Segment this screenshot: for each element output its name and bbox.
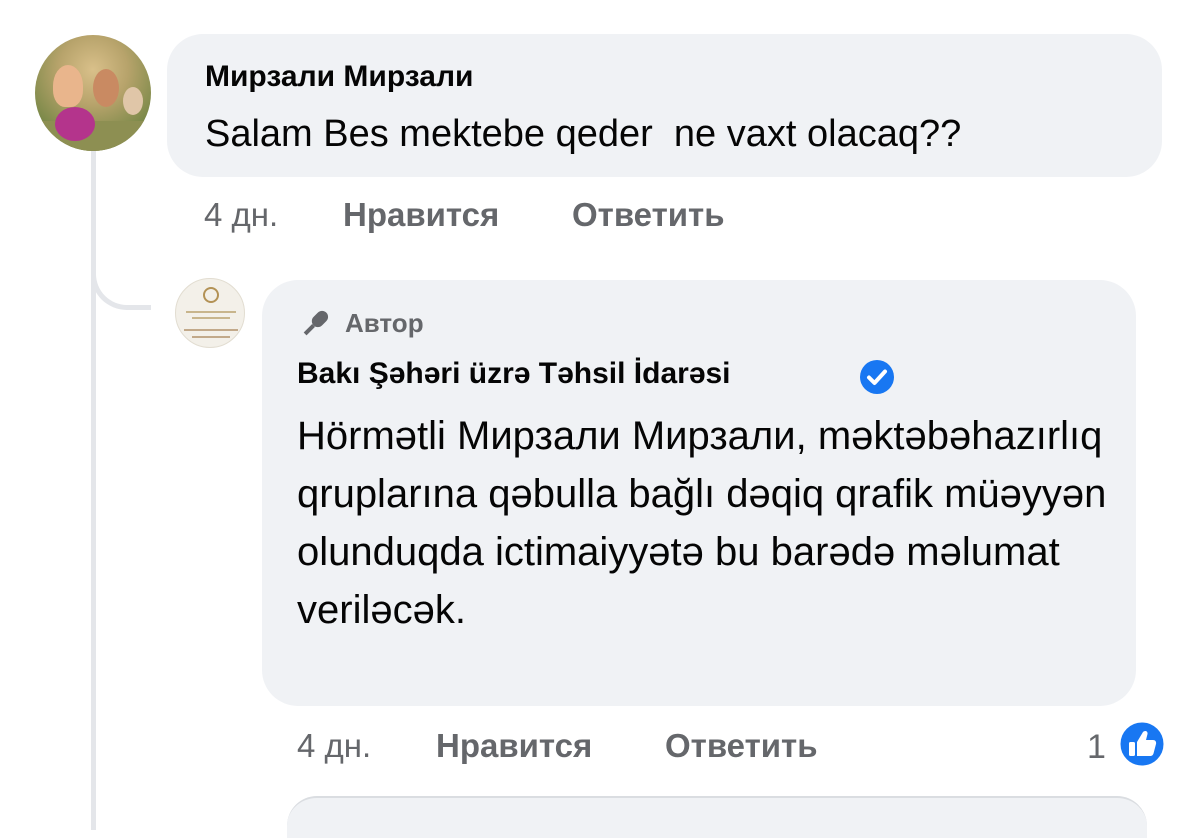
badge-label: Автор [345, 308, 424, 338]
comment-author[interactable]: Мирзали Мирзали [205, 60, 473, 94]
next-comment-bubble [287, 796, 1147, 838]
avatar[interactable] [175, 278, 245, 348]
reply-button[interactable]: Ответить [572, 196, 725, 234]
avatar[interactable] [35, 35, 151, 151]
reaction-count[interactable]: 1 [1087, 728, 1106, 767]
microphone-icon [303, 310, 329, 336]
like-button[interactable]: Нравится [436, 727, 592, 765]
reply-button[interactable]: Ответить [665, 727, 818, 765]
comment-text: Salam Bes mektebe qeder ne vaxt olacaq?? [205, 113, 962, 155]
comment-time[interactable]: 4 дн. [297, 727, 371, 765]
like-thumb-icon[interactable] [1117, 719, 1167, 769]
like-button[interactable]: Нравится [343, 196, 499, 234]
verified-check-icon [860, 360, 894, 394]
comment-author[interactable]: Bakı Şəhəri üzrə Təhsil İdarəsi [297, 357, 731, 391]
comment-text: Hörmətli Мирзали Мирзали, məktəbəhazırlı… [297, 414, 1107, 632]
reply-connector [91, 240, 151, 310]
comment-time[interactable]: 4 дн. [204, 196, 278, 234]
